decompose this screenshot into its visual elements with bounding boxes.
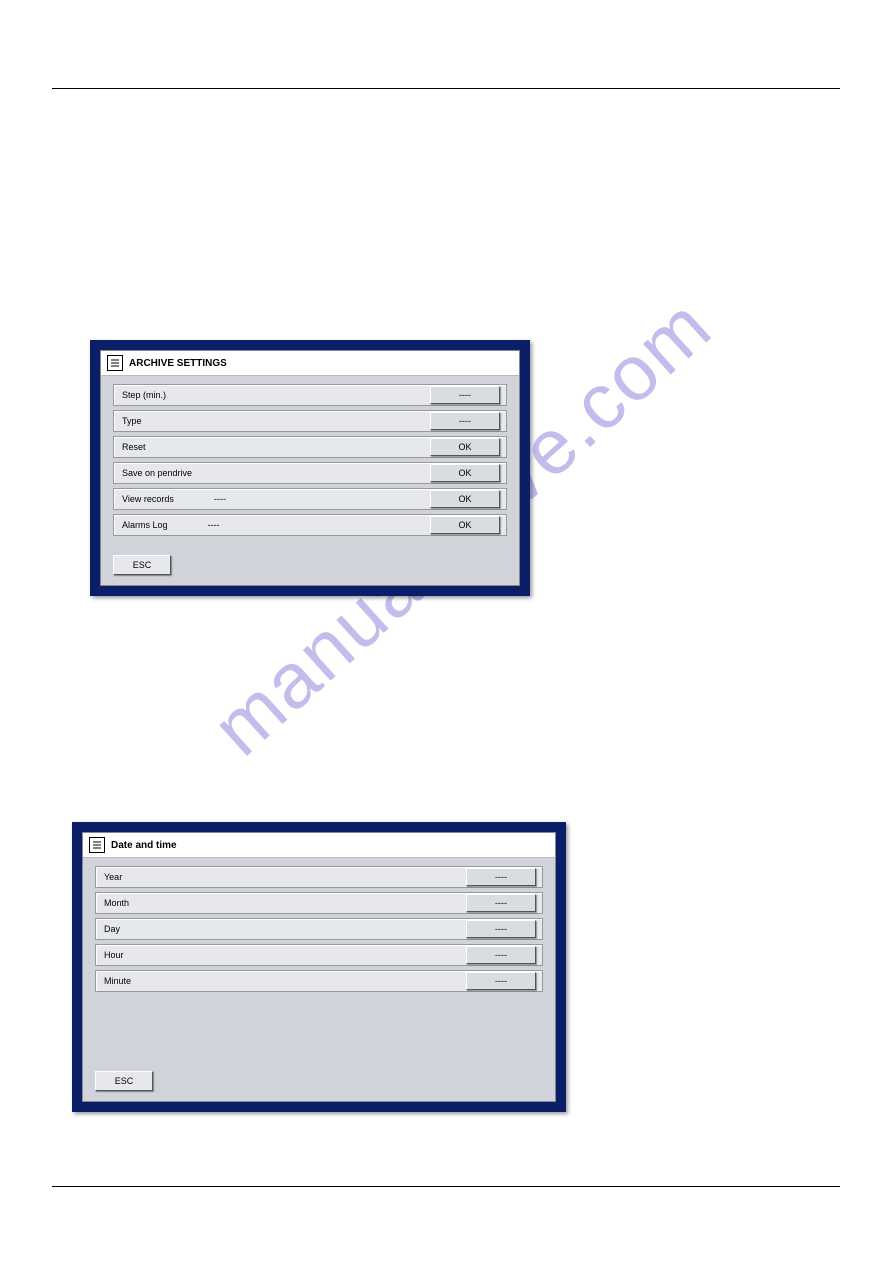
- row-label: Minute: [100, 976, 131, 986]
- date-time-panel-frame: Date and time Year ---- Month ---- Day -…: [72, 822, 566, 1112]
- row-label: Hour: [100, 950, 124, 960]
- alarms-log-ok-button[interactable]: OK: [430, 516, 500, 534]
- divider-bottom: [52, 1186, 840, 1187]
- step-value-button[interactable]: ----: [430, 386, 500, 404]
- archive-settings-title: ARCHIVE SETTINGS: [129, 358, 227, 369]
- month-value-button[interactable]: ----: [466, 894, 536, 912]
- divider-top: [52, 88, 840, 89]
- row-step: Step (min.) ----: [113, 384, 507, 406]
- row-label: Step (min.): [118, 390, 166, 400]
- archive-settings-titlebar: ARCHIVE SETTINGS: [101, 351, 519, 376]
- row-month: Month ----: [95, 892, 543, 914]
- save-pendrive-ok-button[interactable]: OK: [430, 464, 500, 482]
- date-time-rows: Year ---- Month ---- Day ---- Hour: [83, 858, 555, 992]
- row-minute: Minute ----: [95, 970, 543, 992]
- row-extra-value: ----: [174, 494, 226, 504]
- date-time-titlebar: Date and time: [83, 833, 555, 858]
- hour-value-button[interactable]: ----: [466, 946, 536, 964]
- row-label: View records: [118, 494, 174, 504]
- row-label: Reset: [118, 442, 146, 452]
- archive-settings-rows: Step (min.) ---- Type ---- Reset OK Save…: [101, 376, 519, 536]
- row-day: Day ----: [95, 918, 543, 940]
- row-hour: Hour ----: [95, 944, 543, 966]
- day-value-button[interactable]: ----: [466, 920, 536, 938]
- year-value-button[interactable]: ----: [466, 868, 536, 886]
- row-label: Type: [118, 416, 142, 426]
- row-extra-value: ----: [168, 520, 220, 530]
- view-records-ok-button[interactable]: OK: [430, 490, 500, 508]
- date-time-title: Date and time: [111, 840, 177, 851]
- row-save-pendrive: Save on pendrive OK: [113, 462, 507, 484]
- row-view-records: View records ---- OK: [113, 488, 507, 510]
- date-time-panel: Date and time Year ---- Month ---- Day -…: [82, 832, 556, 1102]
- row-label: Save on pendrive: [118, 468, 192, 478]
- row-label: Alarms Log: [118, 520, 168, 530]
- menu-icon: [89, 837, 105, 853]
- page-container: manualshive.com ARCHIVE SETTINGS Step (m…: [0, 0, 893, 1263]
- type-value-button[interactable]: ----: [430, 412, 500, 430]
- menu-icon: [107, 355, 123, 371]
- row-type: Type ----: [113, 410, 507, 432]
- minute-value-button[interactable]: ----: [466, 972, 536, 990]
- row-reset: Reset OK: [113, 436, 507, 458]
- row-alarms-log: Alarms Log ---- OK: [113, 514, 507, 536]
- row-label: Month: [100, 898, 129, 908]
- archive-settings-panel-frame: ARCHIVE SETTINGS Step (min.) ---- Type -…: [90, 340, 530, 596]
- esc-button[interactable]: ESC: [95, 1071, 153, 1091]
- row-label: Day: [100, 924, 120, 934]
- reset-ok-button[interactable]: OK: [430, 438, 500, 456]
- esc-button[interactable]: ESC: [113, 555, 171, 575]
- row-year: Year ----: [95, 866, 543, 888]
- row-label: Year: [100, 872, 122, 882]
- archive-settings-panel: ARCHIVE SETTINGS Step (min.) ---- Type -…: [100, 350, 520, 586]
